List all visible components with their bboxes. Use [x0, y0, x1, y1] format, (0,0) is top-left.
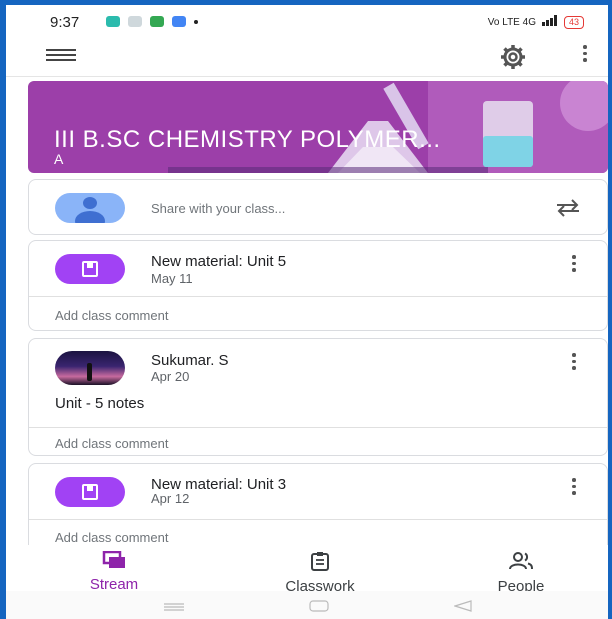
bottom-navigation: Stream Classwork People: [6, 545, 608, 595]
recent-apps-icon[interactable]: [164, 599, 184, 617]
more-vert-icon[interactable]: [569, 255, 579, 275]
add-class-comment[interactable]: Add class comment: [55, 530, 168, 545]
network-indicator: Vo LTE 4G: [487, 16, 536, 28]
notification-icons: [106, 16, 198, 27]
tab-people[interactable]: People: [480, 551, 562, 595]
share-input[interactable]: Share with your class...: [151, 201, 285, 216]
divider: [29, 427, 607, 428]
battery-indicator: 43: [563, 15, 584, 29]
app-notification-icon: [106, 16, 120, 27]
settings-gear-icon[interactable]: [498, 43, 528, 71]
menu-icon[interactable]: [46, 49, 76, 63]
post-author: Sukumar. S: [151, 352, 229, 369]
status-right: Vo LTE 4G 43: [488, 15, 584, 29]
post-title: New material: Unit 5: [151, 253, 287, 270]
author-avatar: [55, 351, 125, 385]
app-screen: 9:37 Vo LTE 4G 43 III B.SC CHEMISTRY POL…: [6, 5, 608, 619]
stream-icon: [102, 550, 125, 568]
add-class-comment[interactable]: Add class comment: [55, 308, 168, 323]
message-notification-icon: [128, 16, 142, 27]
class-section: A: [54, 151, 64, 167]
material-icon: [55, 477, 125, 507]
post-date: Apr 12: [151, 491, 190, 506]
post-card[interactable]: New material: Unit 3 Apr 12 Add class co…: [28, 463, 608, 553]
post-card[interactable]: New material: Unit 5 May 11 Add class co…: [28, 240, 608, 331]
people-icon: [509, 552, 533, 570]
add-class-comment[interactable]: Add class comment: [55, 436, 168, 451]
post-card[interactable]: Sukumar. S Apr 20 Unit - 5 notes Add cla…: [28, 338, 608, 456]
sheets-notification-icon: [150, 16, 164, 27]
signal-icon: [541, 15, 558, 29]
repost-icon[interactable]: [553, 196, 583, 220]
post-body: Unit - 5 notes: [55, 395, 145, 412]
system-navigation-bar: [6, 591, 608, 619]
material-icon: [55, 254, 125, 284]
more-notifications-dot-icon: [194, 19, 198, 24]
top-app-bar: [6, 37, 608, 77]
more-vert-icon[interactable]: [580, 45, 590, 69]
divider: [29, 296, 607, 297]
back-icon[interactable]: [452, 599, 472, 617]
post-date: May 11: [151, 271, 193, 286]
share-with-class-card[interactable]: Share with your class...: [28, 179, 608, 235]
files-notification-icon: [172, 16, 186, 27]
post-date: Apr 20: [151, 369, 190, 384]
tab-classwork[interactable]: Classwork: [260, 551, 380, 595]
class-banner[interactable]: III B.SC CHEMISTRY POLYMER... A: [28, 81, 608, 173]
more-vert-icon[interactable]: [569, 353, 579, 373]
divider: [29, 519, 607, 520]
user-avatar: [55, 193, 125, 223]
home-icon[interactable]: [309, 599, 329, 617]
class-title: III B.SC CHEMISTRY POLYMER...: [54, 126, 441, 153]
status-time: 9:37: [50, 14, 80, 31]
classwork-icon: [311, 552, 329, 571]
more-vert-icon[interactable]: [569, 478, 579, 498]
tab-stream[interactable]: Stream: [76, 550, 152, 593]
status-bar: 9:37 Vo LTE 4G 43: [6, 5, 608, 37]
